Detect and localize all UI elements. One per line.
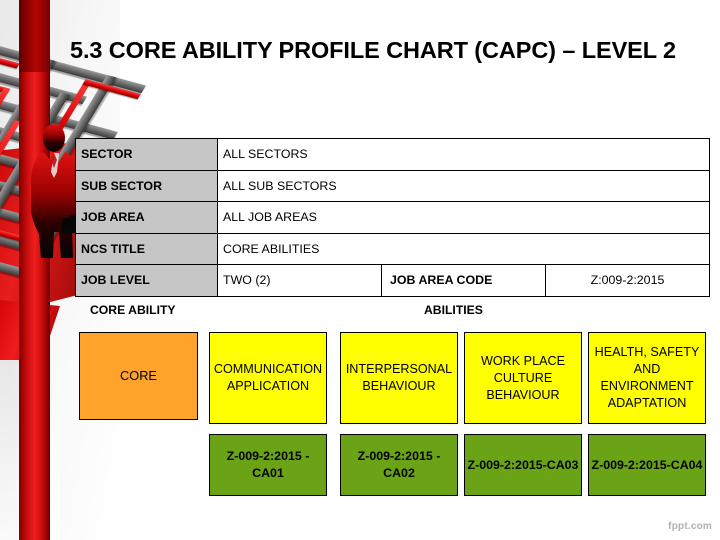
slide-title: 5.3 CORE ABILITY PROFILE CHART (CAPC) – … — [70, 37, 676, 63]
ability-name-box: HEALTH, SAFETY AND ENVIRONMENT ADAPTATIO… — [588, 332, 706, 424]
ability-code-box: Z-009-2:2015-CA03 — [464, 434, 582, 496]
ability-name-box: WORK PLACE CULTURE BEHAVIOUR — [464, 332, 582, 424]
row-value-job-area-code: Z:009-2:2015 — [545, 264, 710, 297]
row-value-job-level: TWO (2) — [217, 264, 382, 297]
row-value-ncs-title: CORE ABILITIES — [217, 232, 710, 265]
row-label-job-area-code: JOB AREA CODE — [381, 264, 546, 297]
core-ability-box-label: CORE — [120, 367, 157, 383]
row-label-job-area: JOB AREA — [75, 201, 218, 234]
ability-code-box: Z-009-2:2015-CA04 — [588, 434, 706, 496]
row-value-job-area: ALL JOB AREAS — [217, 201, 710, 234]
fppt-watermark: fppt.com — [668, 521, 712, 532]
row-label-sub-sector: SUB SECTOR — [75, 169, 218, 202]
table-row: NCS TITLE CORE ABILITIES — [75, 232, 710, 265]
red-floor-shape-2 — [0, 300, 60, 360]
ability-name-box: INTERPERSONAL BEHAVIOUR — [340, 332, 458, 424]
ability-code-box: Z-009-2:2015 -CA01 — [209, 434, 327, 496]
row-label-ncs-title: NCS TITLE — [75, 232, 218, 265]
table-row: SECTOR ALL SECTORS — [75, 138, 710, 171]
table-row: SUB SECTOR ALL SUB SECTORS — [75, 169, 710, 202]
core-ability-box: CORE — [79, 332, 198, 420]
table-row: JOB LEVEL TWO (2) JOB AREA CODE Z:009-2:… — [75, 264, 710, 297]
ability-code-box: Z-009-2:2015 -CA02 — [340, 434, 458, 496]
row-value-sector: ALL SECTORS — [217, 138, 710, 171]
red-vertical-bar-top — [19, 0, 50, 72]
grey-wash-lower — [0, 250, 60, 540]
caption-core-ability: CORE ABILITY — [90, 303, 176, 317]
row-label-sector: SECTOR — [75, 138, 218, 171]
row-label-job-level: JOB LEVEL — [75, 264, 218, 297]
profile-info-table: SECTOR ALL SECTORS SUB SECTOR ALL SUB SE… — [75, 138, 710, 297]
ability-name-box: COMMUNICATION APPLICATION — [209, 332, 327, 424]
slide-canvas: 5.3 CORE ABILITY PROFILE CHART (CAPC) – … — [0, 0, 720, 540]
table-row: JOB AREA ALL JOB AREAS — [75, 201, 710, 234]
row-value-sub-sector: ALL SUB SECTORS — [217, 169, 710, 202]
caption-abilities: ABILITIES — [424, 303, 483, 317]
red-vertical-bar — [19, 0, 50, 540]
